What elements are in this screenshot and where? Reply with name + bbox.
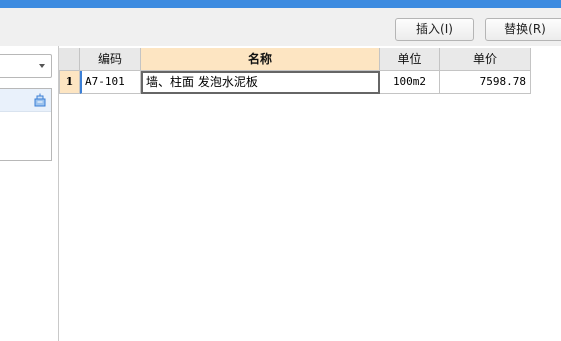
category-tree[interactable] (0, 88, 52, 161)
grid-corner[interactable] (59, 48, 80, 71)
cell-code[interactable]: A7-101 (80, 71, 141, 94)
chevron-down-icon (39, 64, 45, 68)
category-dropdown[interactable] (0, 54, 52, 78)
cell-price[interactable]: 7598.78 (440, 71, 531, 94)
tree-header (0, 89, 51, 112)
cell-name[interactable]: 墙、柱面 发泡水泥板 (141, 71, 380, 94)
insert-button[interactable]: 插入(I) (395, 18, 474, 41)
column-header-name[interactable]: 名称 (141, 48, 380, 71)
row-number[interactable]: 1 (59, 71, 80, 94)
grid-header-row: 编码 名称 单位 单价 (59, 48, 531, 71)
cell-unit[interactable]: 100m2 (380, 71, 440, 94)
table-row[interactable]: 1 A7-101 墙、柱面 发泡水泥板 100m2 7598.78 (59, 71, 531, 94)
replace-button[interactable]: 替换(R) (485, 18, 561, 41)
tree-action-icon[interactable] (33, 93, 47, 107)
column-header-unit[interactable]: 单位 (380, 48, 440, 71)
column-header-price[interactable]: 单价 (440, 48, 531, 71)
column-header-code[interactable]: 编码 (80, 48, 141, 71)
toolbar: 插入(I) 替换(R) (0, 8, 561, 46)
window-title-bar (0, 0, 561, 8)
left-panel (0, 46, 59, 341)
